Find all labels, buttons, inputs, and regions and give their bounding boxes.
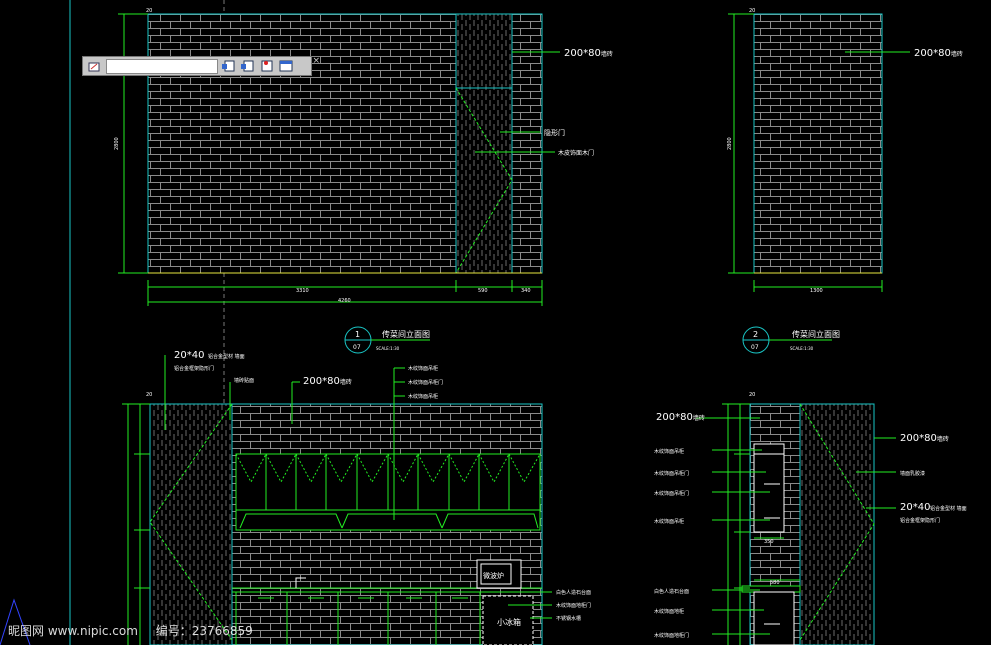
label-door-1: 隐形门 <box>544 128 565 137</box>
br-note-1: 200*80墙砖 <box>656 412 705 423</box>
close-icon[interactable]: × <box>312 56 320 66</box>
edit-icon[interactable] <box>86 59 102 73</box>
watermark-id: 编号：23766859 <box>155 624 253 638</box>
view2-title: 传菜间立面图 <box>792 329 840 339</box>
br-right-note-3c: 铝合金框架隐形门 <box>900 517 940 524</box>
dim-340: 340 <box>521 288 531 294</box>
view1-title: 传菜间立面图 <box>382 329 430 339</box>
bl-note-4: 木纹饰面吊柜门 <box>408 379 443 386</box>
elevation-3 <box>122 355 552 645</box>
dim-1300: 1300 <box>810 288 823 294</box>
bl-note-5: 木纹饰面吊柜 <box>408 393 438 400</box>
bl-note-8: 不锈钢水槽 <box>556 615 581 622</box>
layer-icon[interactable] <box>259 59 275 73</box>
br-note-5: 木纹饰面吊柜 <box>654 518 684 525</box>
toolbar-input[interactable] <box>106 58 218 74</box>
microwave-label: 微波炉 <box>483 571 504 580</box>
elevation-2 <box>728 13 910 354</box>
br-right-note-1: 200*80墙砖 <box>900 433 949 444</box>
view2-number: 2 <box>753 330 758 339</box>
br-note-6: 白色人造石台面 <box>654 588 689 595</box>
bl-note-3: 木纹饰面吊柜 <box>408 365 438 372</box>
bl-note-1c: 铝合金框架隐形门 <box>174 365 214 372</box>
dim-580: 580 <box>770 580 780 586</box>
cad-floating-toolbar: × <box>82 56 320 76</box>
window-icon[interactable] <box>278 59 294 73</box>
br-note-8: 木纹饰面地柜门 <box>654 632 689 639</box>
label-door-1b: 木皮饰面木门 <box>558 149 594 157</box>
dim-height-1: 2800 <box>114 137 120 150</box>
dim-20-d: 20 <box>749 392 755 398</box>
bl-left-note: 墙砖贴面 <box>234 377 254 384</box>
br-note-2: 木纹饰面吊柜 <box>654 448 684 455</box>
view2-sheet: 07 <box>751 344 759 351</box>
elevation-4 <box>696 403 896 645</box>
bl-note-1: 20*40 <box>174 350 204 361</box>
cad-drawing-canvas[interactable]: 200*80墙砖 隐形门 木皮饰面木门 200*80墙砖 1 07 传菜间立面图… <box>0 0 991 645</box>
view1-scale: SCALE:1:30 <box>376 346 400 351</box>
watermark-site: 昵图网 www.nipic.com <box>8 624 138 638</box>
br-note-3: 木纹饰面吊柜门 <box>654 470 689 477</box>
zoom-next-icon[interactable] <box>240 59 256 73</box>
bl-note-1b: 铝合金型材 墙面 <box>208 353 245 360</box>
dim-20-a: 20 <box>146 8 152 14</box>
dim-4260: 4260 <box>338 298 351 304</box>
br-right-note-2: 墙面乳胶漆 <box>900 470 925 477</box>
dim-350: 350 <box>764 539 774 545</box>
watermark: 昵图网 www.nipic.com 编号：23766859 <box>8 622 267 639</box>
label-tile-1: 200*80墙砖 <box>564 48 613 59</box>
bl-note-6: 白色人造石台面 <box>556 589 591 596</box>
dim-20-c: 20 <box>146 392 152 398</box>
bl-note-7: 木纹饰面地柜门 <box>556 602 591 609</box>
view1-number: 1 <box>355 330 360 339</box>
br-note-7: 木纹饰面地柜 <box>654 608 684 615</box>
view2-scale: SCALE:1:30 <box>790 346 814 351</box>
br-right-note-3b: 铝合金型材 墙面 <box>930 505 967 512</box>
dim-590: 590 <box>478 288 488 294</box>
bl-note-2: 200*80墙砖 <box>303 376 352 387</box>
dim-height-2: 2800 <box>727 137 733 150</box>
zoom-prev-icon[interactable] <box>221 59 237 73</box>
fridge-label: 小冰箱 <box>497 617 521 627</box>
view1-sheet: 07 <box>353 344 361 351</box>
br-note-4: 木纹饰面吊柜门 <box>654 490 689 497</box>
dim-20-b: 20 <box>749 8 755 14</box>
label-tile-2: 200*80墙砖 <box>914 48 963 59</box>
br-right-note-3: 20*40 <box>900 502 930 513</box>
dim-3310: 3310 <box>296 288 309 294</box>
